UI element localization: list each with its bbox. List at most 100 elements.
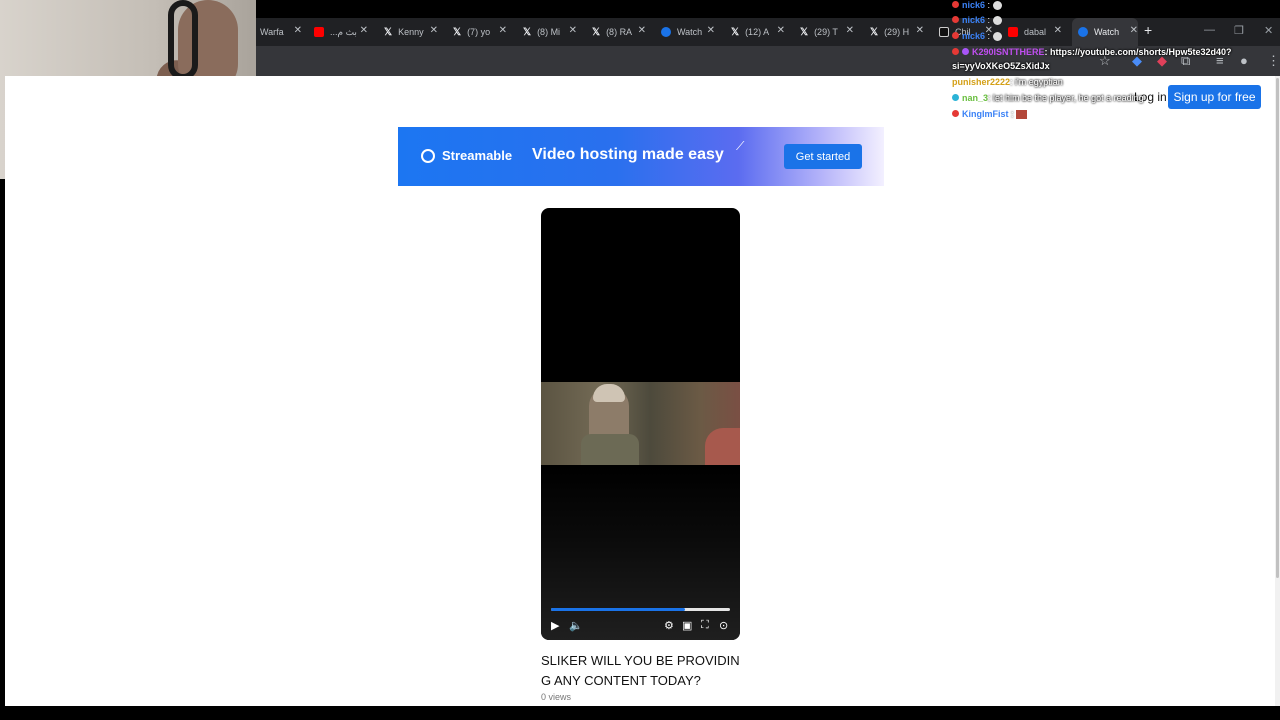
chat-message: KingImFist : (952, 109, 1028, 120)
browser-tab[interactable]: ...بث م ✕ (314, 18, 368, 46)
tab-title: (29) T (814, 27, 838, 37)
tab-title: (8) RA (606, 27, 633, 37)
video-title: SLIKER WILL YOU BE PROVIDING ANY CONTENT… (541, 653, 740, 688)
chat-message: nick6 : (952, 15, 1002, 26)
volume-icon[interactable]: 🔈 (569, 619, 583, 632)
sparkle-icon: ⟋ (736, 139, 745, 153)
x-icon: 𝕏 (453, 26, 462, 38)
tab-title: (7) yo (467, 27, 491, 37)
video-views: 0 views (541, 692, 572, 702)
emote-icon (992, 1, 1002, 11)
x-icon: 𝕏 (384, 26, 393, 38)
chat-message: punisher2222: i'm egyptian (952, 77, 1063, 87)
get-started-button[interactable]: Get started (784, 144, 862, 169)
chat-text: : i'm egyptian (1010, 77, 1063, 87)
x-icon: 𝕏 (731, 26, 740, 38)
browser-tab[interactable]: 𝕏 (8) RA ✕ (592, 18, 646, 46)
badge-icon (952, 94, 959, 101)
badge-icon (952, 1, 959, 8)
chat-text: si=yyVoXKeO5ZsXidJx (952, 61, 1050, 71)
close-icon[interactable]: ✕ (638, 25, 646, 36)
page-scrollbar[interactable] (1275, 76, 1280, 706)
screen-edge (0, 179, 5, 706)
chat-message: nick6 : (952, 31, 1002, 42)
video-person-hair (593, 384, 625, 402)
chat-text: : (987, 31, 991, 41)
tab-title: Kenny (398, 27, 424, 37)
banner-logo-text: Streamable (442, 148, 513, 163)
screen-bottom-edge (0, 706, 1280, 720)
x-icon: 𝕏 (592, 26, 601, 38)
close-icon[interactable]: ✕ (294, 25, 302, 36)
video-progress-bar[interactable] (551, 608, 730, 611)
emote-icon (992, 16, 1002, 26)
emote-icon (1016, 110, 1028, 120)
stream-chat-overlay: nick6 : nick6 : nick6 : K290ISNTTHERE: h… (948, 0, 1248, 125)
chat-message: nan_3: let him be the player, he got a r… (952, 93, 1144, 103)
browser-tab[interactable]: 𝕏 (29) T ✕ (800, 18, 854, 46)
settings-gear-icon[interactable]: ⚙ (664, 619, 674, 632)
tab-title: Watch (677, 27, 703, 37)
chat-username: nick6 (962, 15, 986, 25)
headphones (168, 0, 198, 80)
streamable-promo-banner[interactable]: Streamable Video hosting made easy ⟋ Get… (398, 127, 884, 186)
chat-username: punisher2222 (952, 77, 1011, 87)
tab-title: (12) A (745, 27, 770, 37)
chat-text: : (1011, 109, 1014, 119)
video-frame (541, 382, 740, 465)
menu-kebab-icon[interactable]: ⋮ (1267, 53, 1280, 69)
badge-icon (952, 16, 959, 23)
scrollbar-thumb[interactable] (1276, 78, 1279, 578)
tab-title: (8) Mi (537, 27, 561, 37)
streamable-logo-icon[interactable]: ⊙ (719, 619, 728, 632)
close-icon[interactable]: ✕ (569, 25, 577, 36)
browser-tab[interactable]: Watch ✕ (661, 18, 715, 46)
close-icon[interactable]: ✕ (430, 25, 438, 36)
chat-text: : (987, 0, 991, 10)
emote-icon (992, 32, 1002, 42)
banner-tagline: Video hosting made easy (532, 146, 724, 163)
tab-title: ...بث م (330, 26, 357, 37)
fullscreen-icon[interactable]: ⛶ (701, 619, 709, 632)
close-icon[interactable]: ✕ (846, 25, 854, 36)
streamable-logo-icon (421, 149, 435, 163)
browser-tab[interactable]: 𝕏 (8) Mi ✕ (523, 18, 577, 46)
chat-username: K290ISNTTHERE (972, 47, 1045, 57)
chat-message: si=yyVoXKeO5ZsXidJx (952, 61, 1050, 71)
browser-tab[interactable]: 𝕏 (7) yo ✕ (453, 18, 507, 46)
close-icon[interactable]: ✕ (360, 25, 368, 36)
close-icon[interactable]: ✕ (707, 25, 715, 36)
badge-icon (962, 48, 969, 55)
browser-tab[interactable]: 𝕏 (12) A ✕ (731, 18, 785, 46)
x-icon: 𝕏 (800, 26, 809, 38)
chat-username: nan_3 (962, 93, 989, 103)
tab-title: (29) H (884, 27, 910, 37)
browser-tab[interactable]: 𝕏 Kenny ✕ (384, 18, 438, 46)
browser-tab[interactable]: Warfa ✕ (260, 18, 302, 46)
chat-message: K290ISNTTHERE: https://youtube.com/short… (952, 47, 1232, 57)
close-window-icon[interactable]: ✕ (1264, 24, 1273, 37)
picture-in-picture-icon[interactable]: ▣ (682, 619, 692, 632)
close-icon[interactable]: ✕ (499, 25, 507, 36)
chat-text: : let him be the player, he got a readin… (988, 93, 1144, 103)
video-player[interactable]: ▶ 🔈 ⚙ ▣ ⛶ ⊙ (541, 208, 740, 640)
badge-icon (952, 48, 959, 55)
tab-title: Warfa (260, 27, 284, 37)
video-person-coat (581, 434, 639, 465)
chat-text: : https://youtube.com/shorts/Hpw5te32d40… (1044, 47, 1232, 57)
play-icon[interactable]: ▶ (551, 619, 559, 632)
video-letterbox (541, 465, 740, 640)
close-icon[interactable]: ✕ (777, 25, 785, 36)
browser-tab[interactable]: 𝕏 (29) H ✕ (870, 18, 924, 46)
chat-message: nick6 : (952, 0, 1002, 11)
close-icon[interactable]: ✕ (916, 25, 924, 36)
video-progress-fill (551, 608, 686, 611)
x-icon: 𝕏 (523, 26, 532, 38)
youtube-icon (314, 27, 324, 37)
chat-username: nick6 (962, 31, 986, 41)
video-red-object (705, 428, 740, 465)
x-icon: 𝕏 (870, 26, 879, 38)
chat-username: KingImFist (962, 109, 1009, 119)
badge-icon (952, 32, 959, 39)
chat-text: : (987, 15, 991, 25)
